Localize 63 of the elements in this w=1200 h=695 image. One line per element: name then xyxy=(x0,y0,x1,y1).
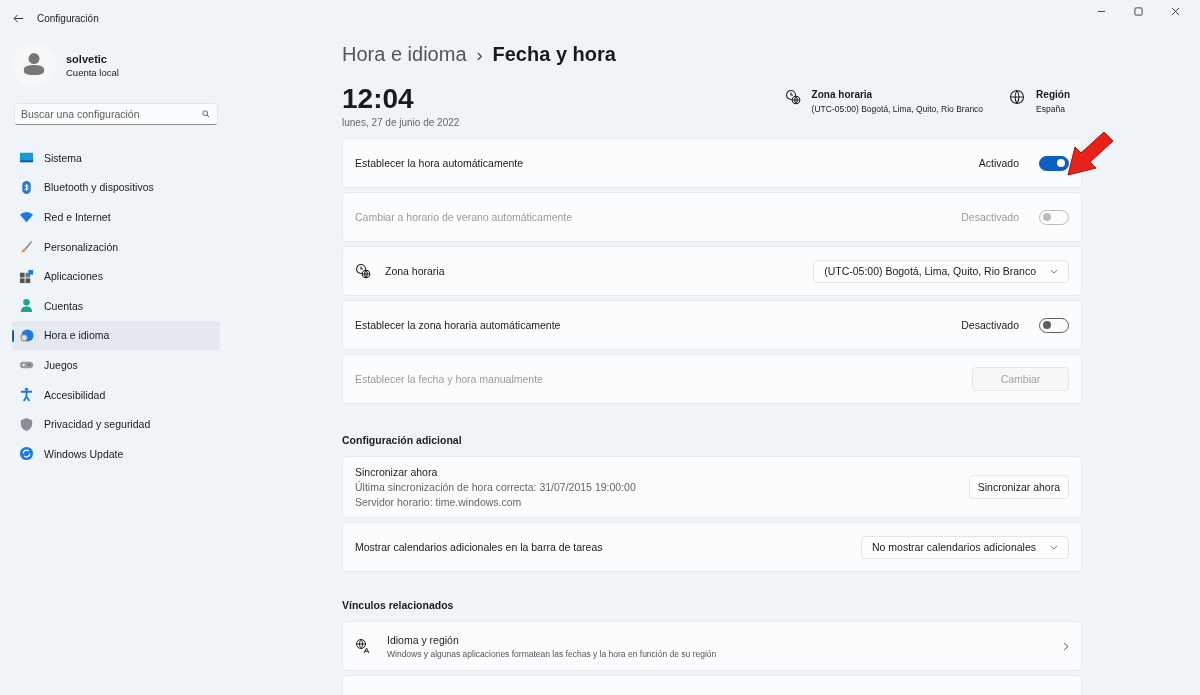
window-title: Configuración xyxy=(37,12,99,24)
nav-item[interactable]: Red e Internet xyxy=(12,202,220,232)
back-arrow-icon[interactable] xyxy=(13,13,24,23)
section-heading: Vínculos relacionados xyxy=(342,599,455,611)
maximize-icon[interactable] xyxy=(1134,7,1143,16)
toggle-state-text: Desactivado xyxy=(961,211,1019,223)
chevron-down-icon xyxy=(1050,544,1058,550)
toggle-state-text: Activado xyxy=(978,157,1019,169)
summary-label: Región xyxy=(1036,89,1070,100)
language-icon xyxy=(355,638,371,654)
apps-icon xyxy=(19,268,34,284)
search-icon xyxy=(202,110,210,118)
timezone-dropdown[interactable]: (UTC-05:00) Bogotá, Lima, Quito, Rio Branco xyxy=(813,259,1069,283)
account-type: Cuenta local xyxy=(66,66,119,78)
breadcrumb-separator: › xyxy=(476,45,483,66)
link-description: Windows y algunas aplicaciones formatean las fechas y la hora en función de su región xyxy=(387,648,718,659)
summary-value: España xyxy=(1036,104,1066,114)
calendar-dropdown[interactable]: No mostrar calendarios adicionales xyxy=(861,535,1069,559)
nav-item[interactable]: Sistema xyxy=(12,143,220,173)
sync-icon xyxy=(19,446,34,462)
section-heading: Configuración adicional xyxy=(342,434,463,446)
nav-item[interactable]: Hora e idioma xyxy=(12,320,220,351)
page-title: Fecha y hora xyxy=(492,43,616,66)
nav-item[interactable]: Aplicaciones xyxy=(12,261,220,291)
clock-date: lunes, 27 de junio de 2022 xyxy=(342,117,460,128)
toggle-state-text: Desactivado xyxy=(961,319,1019,331)
summary-value: (UTC-05:00) Bogotá, Lima, Quito, Rio Branco xyxy=(811,104,984,114)
setting-label: Cambiar a horario de verano automáticamente xyxy=(355,211,574,223)
accessibility-icon xyxy=(19,387,34,403)
nav-item[interactable]: Juegos xyxy=(12,350,220,380)
link-title: Idioma y región xyxy=(387,633,460,646)
clock-time: 12:04 xyxy=(342,83,415,115)
breadcrumb-parent[interactable]: Hora e idioma xyxy=(342,43,467,66)
shield-icon xyxy=(19,416,34,432)
related-link-card[interactable]: Idioma y región Windows y algunas aplicaciones formatean las fechas y la hora en función de su región xyxy=(342,621,1082,671)
person-icon xyxy=(19,298,34,314)
nav-item[interactable]: Windows Update xyxy=(12,438,220,469)
nav-item[interactable]: Privacidad y seguridad xyxy=(12,409,220,439)
chevron-right-icon xyxy=(1063,641,1069,651)
setting-label: Establecer la hora automáticamente xyxy=(355,157,525,169)
brush-icon xyxy=(19,239,34,255)
setting-label: Sincronizar ahora xyxy=(355,466,439,478)
bluetooth-icon xyxy=(19,179,34,195)
wifi-icon xyxy=(19,209,34,225)
nav-item[interactable]: Bluetooth y dispositivos xyxy=(12,172,220,203)
sync-detail: Servidor horario: time.windows.com xyxy=(355,496,523,508)
nav-item[interactable]: Personalización xyxy=(12,231,220,262)
setting-label: Zona horaria xyxy=(385,265,446,277)
chevron-down-icon xyxy=(1050,268,1058,274)
setting-label: Establecer la zona horaria automáticamente xyxy=(355,319,562,331)
summary-label: Zona horaria xyxy=(811,89,874,100)
sync-detail: Última sincronización de hora correcta: 31/07/2015 19:00:00 xyxy=(355,481,637,493)
search-field[interactable]: Buscar una configuración xyxy=(14,103,218,125)
user-name: solvetic xyxy=(66,52,108,65)
sync-button[interactable]: Sincronizar ahora xyxy=(968,475,1069,499)
nav-item[interactable]: Cuentas xyxy=(12,290,220,321)
setting-label: Establecer la fecha y hora manualmente xyxy=(355,373,544,385)
nav-item[interactable]: Accesibilidad xyxy=(12,379,220,410)
toggle-switch[interactable] xyxy=(1039,155,1069,171)
globe-icon xyxy=(1009,89,1026,105)
avatar-icon xyxy=(12,43,56,87)
setting-label: Mostrar calendarios adicionales en la barra de tareas xyxy=(355,541,604,553)
close-icon[interactable] xyxy=(1171,7,1180,16)
